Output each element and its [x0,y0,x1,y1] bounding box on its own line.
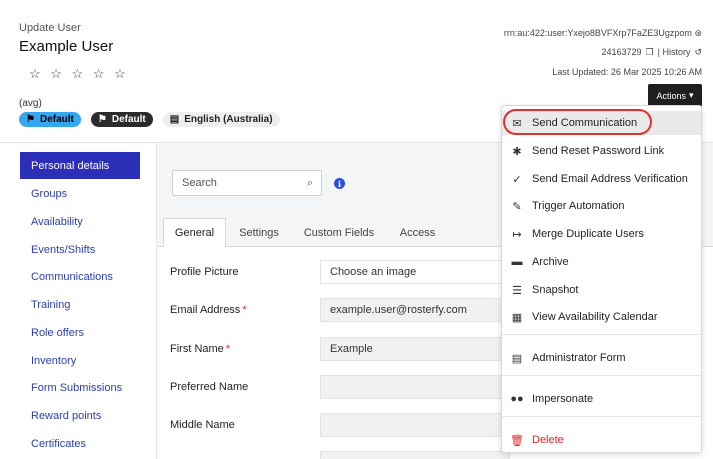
preferred-name-field[interactable] [320,375,510,399]
menu-trigger-automation[interactable]: ✎ Trigger Automation [502,194,701,218]
star-rating[interactable]: ☆ ☆ ☆ ☆ ☆ [29,66,129,82]
pencil-icon: ✎ [512,200,522,213]
info-icon[interactable]: i [334,178,345,189]
asterisk-icon: ✱ [512,145,522,158]
clipboard-icon: ▤ [511,352,523,365]
search-input[interactable]: Search ⌕ [172,170,322,196]
menu-view-availability-calendar[interactable]: ▦ View Availability Calendar [502,305,701,329]
history-icon[interactable]: ↺ [694,47,702,58]
copy-icon[interactable]: ❐ [646,47,654,58]
rrn-identifier: rrn:au:422:user:Yxejo8BVFXrp7FaZE3Ugzpom… [503,28,702,38]
fingerprint-icon[interactable]: ⊛ [694,28,702,38]
mask-icon: ●● [510,393,524,405]
menu-impersonate[interactable]: ●● Impersonate [502,387,701,411]
profile-picture-label: Profile Picture [170,266,239,278]
language-icon: ▤ [169,114,180,125]
tab-settings[interactable]: Settings [229,218,289,247]
middle-name-field[interactable] [320,413,510,437]
last-updated: Last Updated: 26 Mar 2025 10:26 AM [552,67,702,77]
sidebar-item-form-submissions[interactable]: Form Submissions [20,374,140,401]
archive-icon: ▬ [511,256,523,268]
sidebar-item-role-offers[interactable]: Role offers [20,319,140,346]
rating-average: (avg) [19,98,42,109]
search-icon[interactable]: ⌕ [307,177,313,190]
highlight-ring [503,109,652,135]
profile-picture-select[interactable]: Choose an image [320,260,510,284]
actions-button[interactable]: Actions ▾ [648,84,702,107]
calendar-icon: ▦ [511,311,523,324]
sidebar-item-reward-points[interactable]: Reward points [20,402,140,429]
page-subtitle: Update User [19,22,81,34]
caret-down-icon: ▾ [688,90,694,100]
menu-divider [502,375,701,376]
sidebar-item-events-shifts[interactable]: Events/Shifts [20,236,140,263]
email-label: Email Address * [170,304,247,316]
sidebar-item-availability[interactable]: Availability [20,208,140,235]
preferred-name-label: Preferred Name [170,381,249,393]
menu-archive[interactable]: ▬ Archive [502,250,701,274]
default-badge-dark: ⚑ Default [90,112,153,127]
sidebar-item-personal-details[interactable]: Personal details [20,152,140,179]
menu-administrator-form[interactable]: ▤ Administrator Form [502,346,701,370]
tab-custom-fields[interactable]: Custom Fields [296,218,382,247]
user-id: 24163729 [601,47,642,57]
tab-general[interactable]: General [163,218,226,247]
menu-send-email-verification[interactable]: ✓ Send Email Address Verification [502,167,701,191]
sidebar-item-training[interactable]: Training [20,291,140,318]
history-link[interactable]: | History [658,47,691,58]
id-history-row: 24163729 ❐ | History ↺ [601,47,702,58]
menu-divider [502,334,701,335]
sidebar-item-inventory[interactable]: Inventory [20,347,140,374]
email-field[interactable]: example.user@rosterfy.com [320,298,510,322]
flag-icon: ⚑ [26,114,35,125]
menu-snapshot[interactable]: ☰ Snapshot [502,278,701,302]
first-name-field[interactable]: Example [320,337,510,361]
badge-row: ⚑ Default ⚑ Default ▤ English (Australia) [19,112,280,127]
page-title: Example User [19,38,114,55]
menu-send-reset-password[interactable]: ✱ Send Reset Password Link [502,139,701,163]
menu-merge-duplicate-users[interactable]: ↦ Merge Duplicate Users [502,222,701,246]
default-badge-blue: ⚑ Default [19,112,81,127]
language-badge: ▤ English (Australia) [162,112,280,127]
sidebar-item-certificates[interactable]: Certificates [20,430,140,457]
sidebar-item-groups[interactable]: Groups [20,180,140,207]
tab-access[interactable]: Access [390,218,445,247]
trash-icon: 🗑 [510,434,524,447]
actions-menu: ✉ Send Communication ✱ Send Reset Password… [501,105,702,453]
checklist-icon: ☰ [512,284,522,297]
next-field[interactable] [320,451,510,459]
check-icon: ✓ [512,173,522,186]
middle-name-label: Middle Name [170,419,235,431]
menu-delete[interactable]: 🗑 Delete [502,428,701,452]
merge-icon: ↦ [512,228,522,241]
flag-icon: ⚑ [97,114,107,125]
sidebar-item-communications[interactable]: Communications [20,263,140,290]
first-name-label: First Name * [170,343,231,355]
menu-divider [502,416,701,417]
